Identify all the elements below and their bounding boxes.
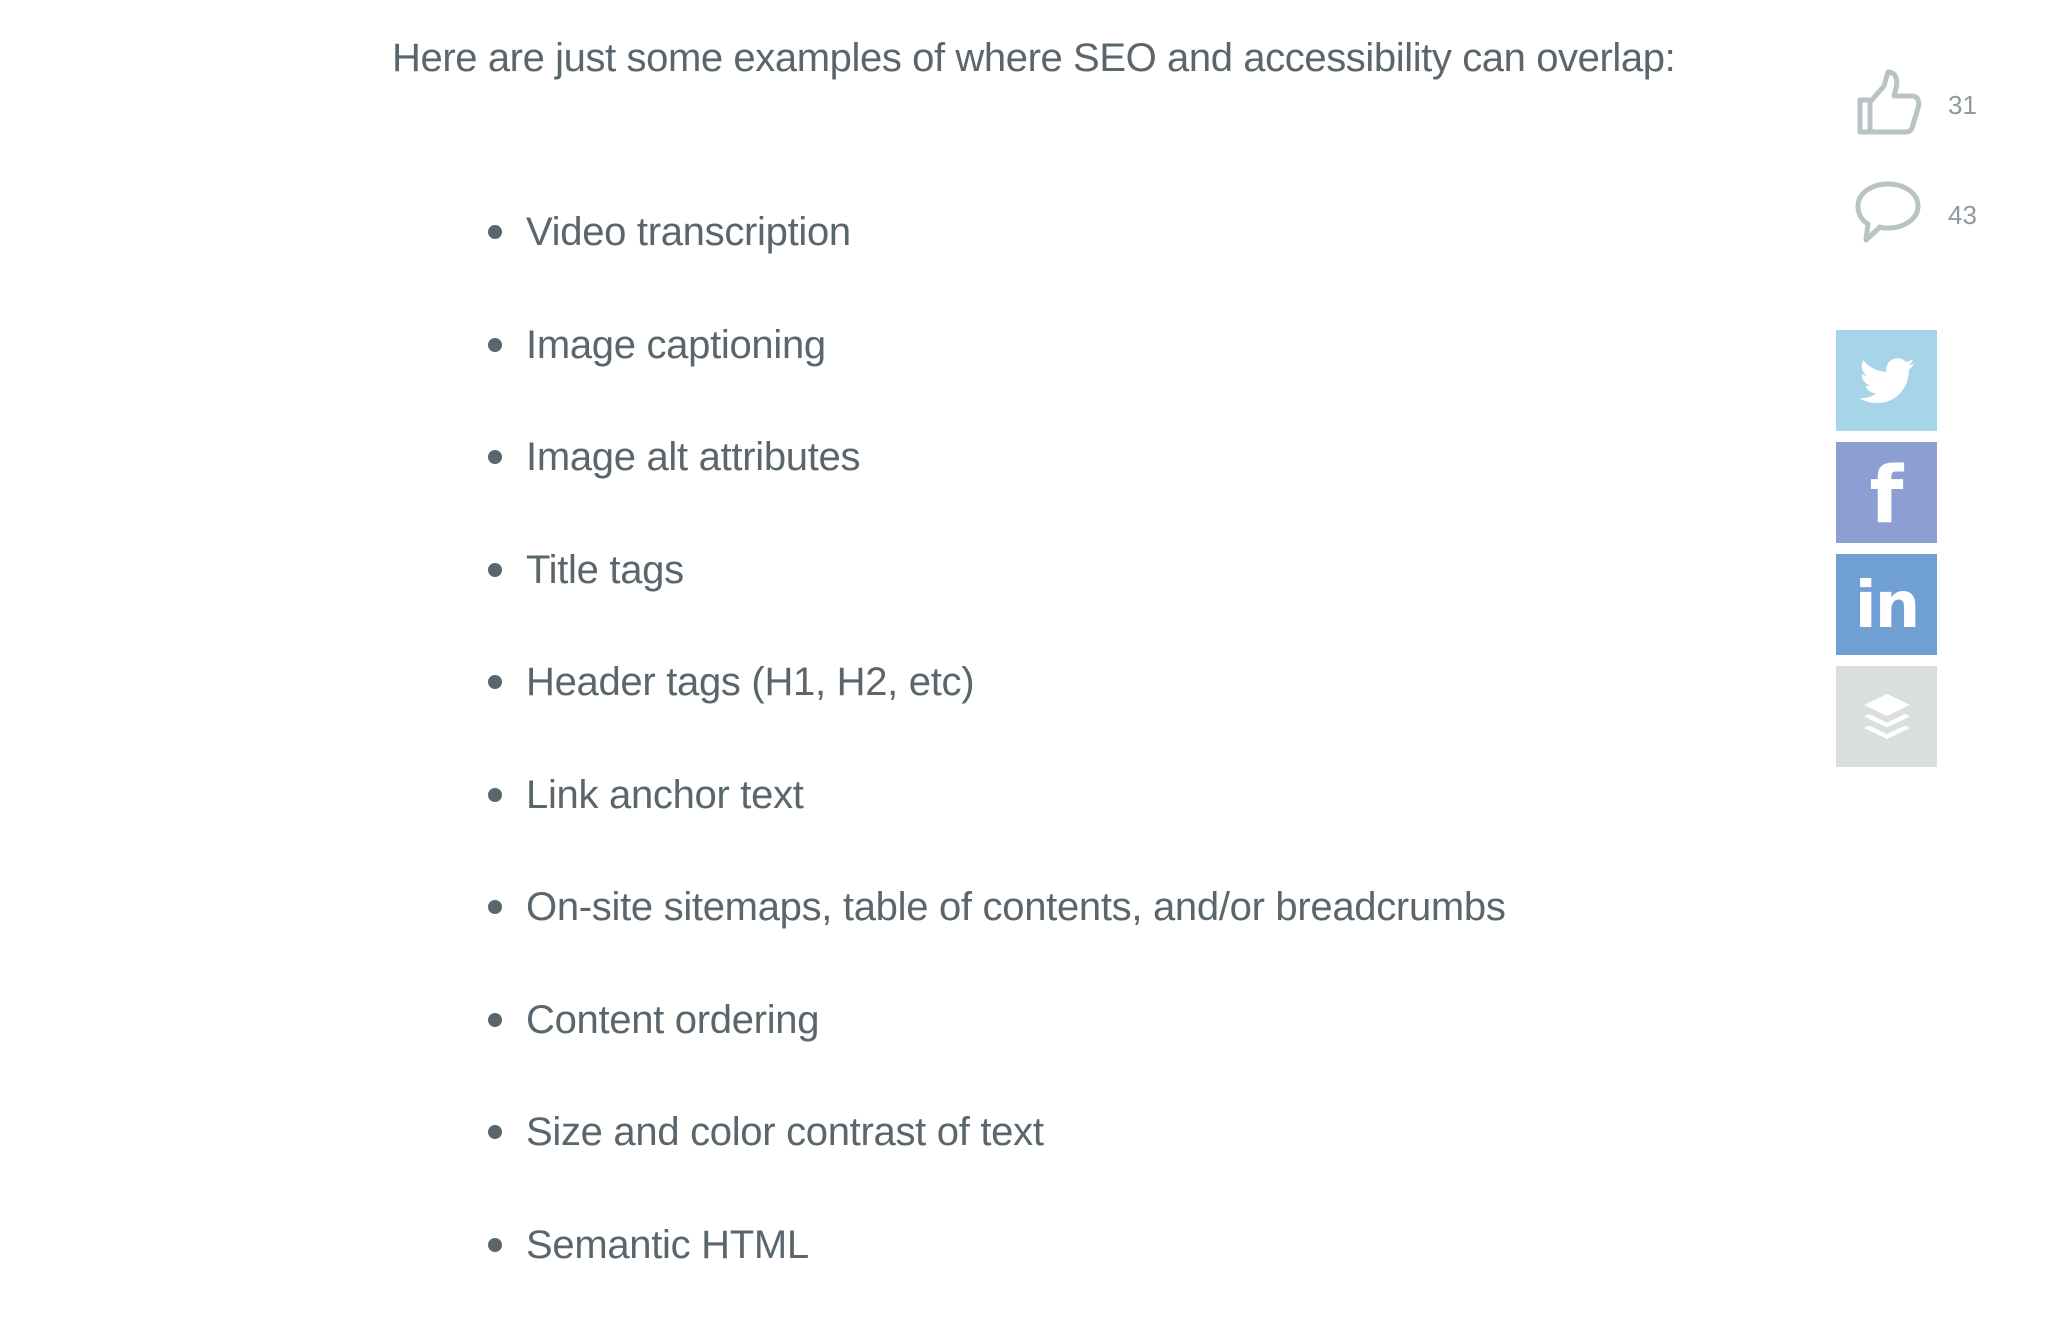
list-item-text: Title tags: [526, 547, 684, 592]
bullet: [488, 1237, 502, 1252]
list-item-text: Link anchor text: [526, 772, 804, 817]
thumbs-up-icon[interactable]: [1852, 66, 1924, 138]
buffer-icon: [1860, 690, 1914, 744]
bullet: [488, 450, 502, 464]
list-item-text: Header tags (H1, H2, etc): [526, 660, 975, 704]
list-item-text: On-site sitemaps, table of contents, and…: [526, 885, 1506, 929]
linkedin-icon: in: [1854, 568, 1920, 643]
bullet: [488, 787, 502, 802]
bullet: [488, 1012, 502, 1027]
list-item-text: Image alt attributes: [526, 435, 861, 479]
engagement-sidebar: 31 43 f in: [1836, 60, 2016, 780]
comment-stat: 43: [1836, 176, 2016, 256]
bullet: [488, 675, 502, 689]
article-content: Here are just some examples of where SEO…: [0, 0, 1820, 1344]
list-item-text: Image captioning: [526, 322, 826, 367]
list-item-text: Video transcription: [526, 210, 851, 254]
list-item-text: Size and color contrast of text: [526, 1110, 1044, 1154]
intro-paragraph: Here are just some examples of where SEO…: [392, 36, 1676, 80]
share-facebook-button[interactable]: f: [1836, 442, 1937, 543]
bullet: [488, 225, 502, 239]
bullet: [488, 562, 502, 577]
share-buffer-button[interactable]: [1836, 666, 1937, 767]
comment-icon[interactable]: [1852, 176, 1924, 248]
twitter-icon: [1858, 357, 1915, 404]
list-item-text: Content ordering: [526, 997, 820, 1042]
share-linkedin-button[interactable]: in: [1836, 554, 1937, 655]
like-stat: 31: [1836, 66, 2016, 146]
like-count: 31: [1948, 90, 1977, 120]
list-item-text: Semantic HTML: [526, 1222, 809, 1267]
bullet: [488, 337, 502, 352]
share-twitter-button[interactable]: [1836, 330, 1937, 431]
bullet: [488, 900, 502, 914]
bullet: [488, 1125, 502, 1139]
comment-count: 43: [1948, 200, 1977, 230]
facebook-icon: f: [1869, 450, 1904, 541]
